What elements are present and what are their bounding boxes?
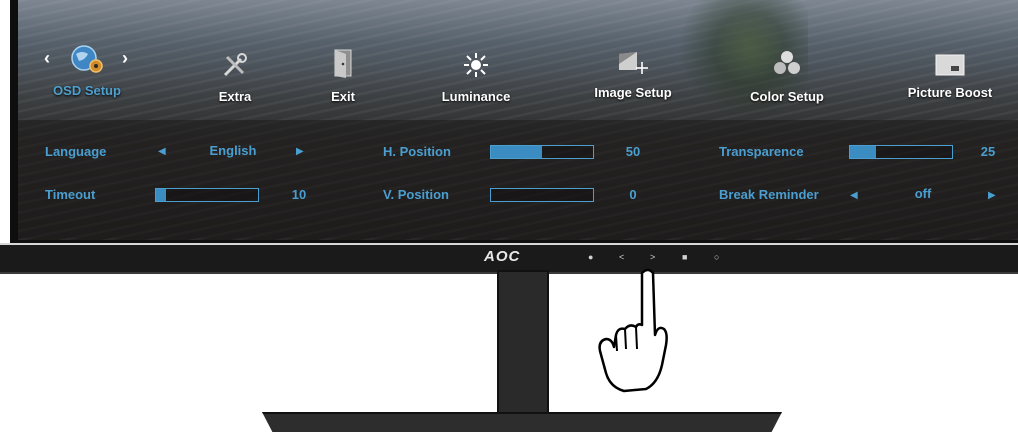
triangle-right-icon[interactable]: ▶ <box>296 146 304 157</box>
tab-image-setup[interactable]: Image Setup <box>578 38 688 116</box>
brand-logo: AOC <box>484 248 521 265</box>
triangle-left-icon[interactable]: ◀ <box>850 190 858 201</box>
chevron-left-icon[interactable]: ‹ <box>44 48 50 69</box>
power-button-icon[interactable]: ● <box>588 252 593 262</box>
tab-picture-boost[interactable]: Picture Boost <box>890 38 1010 116</box>
exit-button-icon[interactable]: ○ <box>714 252 719 262</box>
tab-exit[interactable]: Exit <box>308 38 378 116</box>
right-button-icon[interactable]: > <box>650 252 655 262</box>
v-position-label: V. Position <box>383 187 449 202</box>
globe-gear-icon <box>70 44 104 77</box>
tools-icon <box>222 52 248 81</box>
h-position-value: 50 <box>625 144 641 159</box>
timeout-slider-fill <box>156 189 167 201</box>
h-position-label: H. Position <box>383 144 451 159</box>
tab-osd-setup[interactable]: ‹ › OSD Setup <box>32 38 142 116</box>
language-label: Language <box>45 144 107 159</box>
sun-icon <box>463 52 489 81</box>
tab-luminance[interactable]: Luminance <box>426 38 526 116</box>
transparence-slider[interactable] <box>849 145 953 159</box>
tab-label: Exit <box>331 89 355 104</box>
language-value[interactable]: English <box>198 143 268 158</box>
triangle-left-icon[interactable]: ◀ <box>158 146 166 157</box>
monitor-stand-base <box>262 412 782 432</box>
tab-label: Picture Boost <box>907 85 993 100</box>
chevron-right-icon[interactable]: › <box>122 48 128 69</box>
door-icon <box>332 48 354 81</box>
monitor-stand-neck <box>497 270 549 416</box>
image-move-icon <box>617 50 649 79</box>
h-position-slider-fill <box>491 146 542 158</box>
picture-icon <box>935 54 965 79</box>
tab-label: OSD Setup <box>53 83 121 98</box>
left-button-icon[interactable]: < <box>619 252 624 262</box>
color-circles-icon <box>773 50 801 79</box>
transparence-value: 25 <box>980 144 996 159</box>
tab-label: Extra <box>218 89 252 104</box>
osd-main-menu: ‹ › OSD Setup Extra Exit Luminance Image… <box>18 38 1018 116</box>
transparence-label: Transparence <box>719 144 804 159</box>
osd-setup-panel: Language ◀ English ▶ Timeout 10 H. Posit… <box>18 120 1018 238</box>
v-position-slider[interactable] <box>490 188 594 202</box>
timeout-value: 10 <box>291 187 307 202</box>
tab-color-setup[interactable]: Color Setup <box>732 38 842 116</box>
osd-screen: ‹ › OSD Setup Extra Exit Luminance Image… <box>18 0 1018 240</box>
tab-extra[interactable]: Extra <box>190 38 280 116</box>
timeout-label: Timeout <box>45 187 96 202</box>
transparence-slider-fill <box>850 146 876 158</box>
h-position-slider[interactable] <box>490 145 594 159</box>
triangle-right-icon[interactable]: ▶ <box>988 190 996 201</box>
tab-label: Luminance <box>441 89 511 104</box>
tab-label: Color Setup <box>750 89 824 104</box>
menu-button-icon[interactable]: ■ <box>682 252 687 262</box>
break-reminder-label: Break Reminder <box>719 187 819 202</box>
timeout-slider[interactable] <box>155 188 259 202</box>
v-position-value: 0 <box>629 187 637 202</box>
tab-label: Image Setup <box>594 85 672 100</box>
pointing-hand-icon <box>592 265 672 400</box>
break-reminder-value[interactable]: off <box>898 186 948 201</box>
